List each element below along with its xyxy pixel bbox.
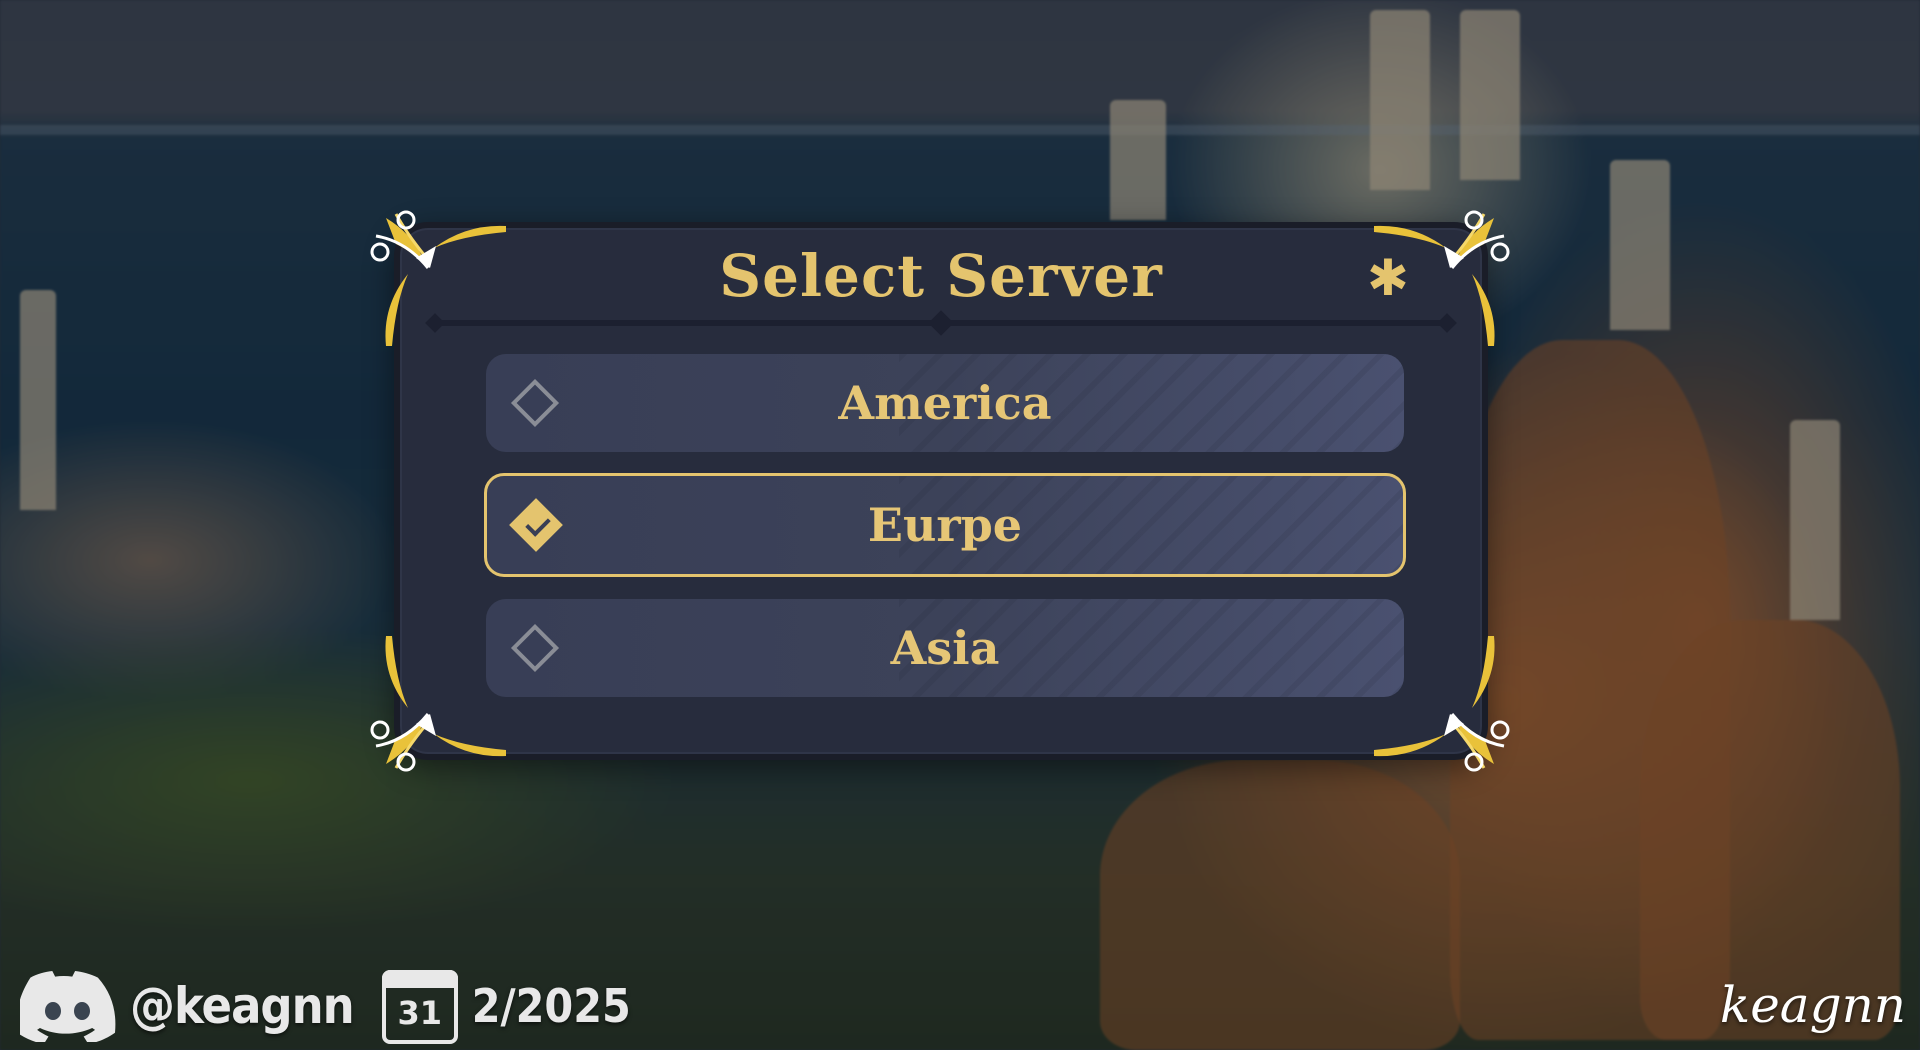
- footer-credits: @keagnn 31 2/2025: [20, 966, 631, 1046]
- close-icon: ✱: [1367, 249, 1409, 307]
- server-option-label: Asia: [890, 621, 1000, 675]
- calendar-day: 31: [397, 994, 442, 1032]
- server-option-label: America: [838, 376, 1052, 430]
- close-button[interactable]: ✱: [1362, 252, 1414, 304]
- discord-handle: @keagnn: [130, 977, 355, 1035]
- calendar-icon: 31: [380, 966, 460, 1046]
- server-option-label: Eurpe: [867, 498, 1023, 552]
- server-option-asia[interactable]: Asia: [486, 599, 1404, 697]
- server-option-america[interactable]: America: [486, 354, 1404, 452]
- header-divider: [428, 310, 1454, 336]
- dialog-title: Select Server: [719, 242, 1163, 310]
- server-option-europe[interactable]: Eurpe: [484, 473, 1406, 577]
- discord-icon: [20, 970, 116, 1042]
- author-signature: keagnn: [1719, 976, 1906, 1034]
- select-server-dialog: Select Server ✱ America Eurpe Asia: [394, 222, 1488, 760]
- server-list: America Eurpe Asia: [484, 354, 1406, 719]
- date-text: 2/2025: [471, 979, 631, 1033]
